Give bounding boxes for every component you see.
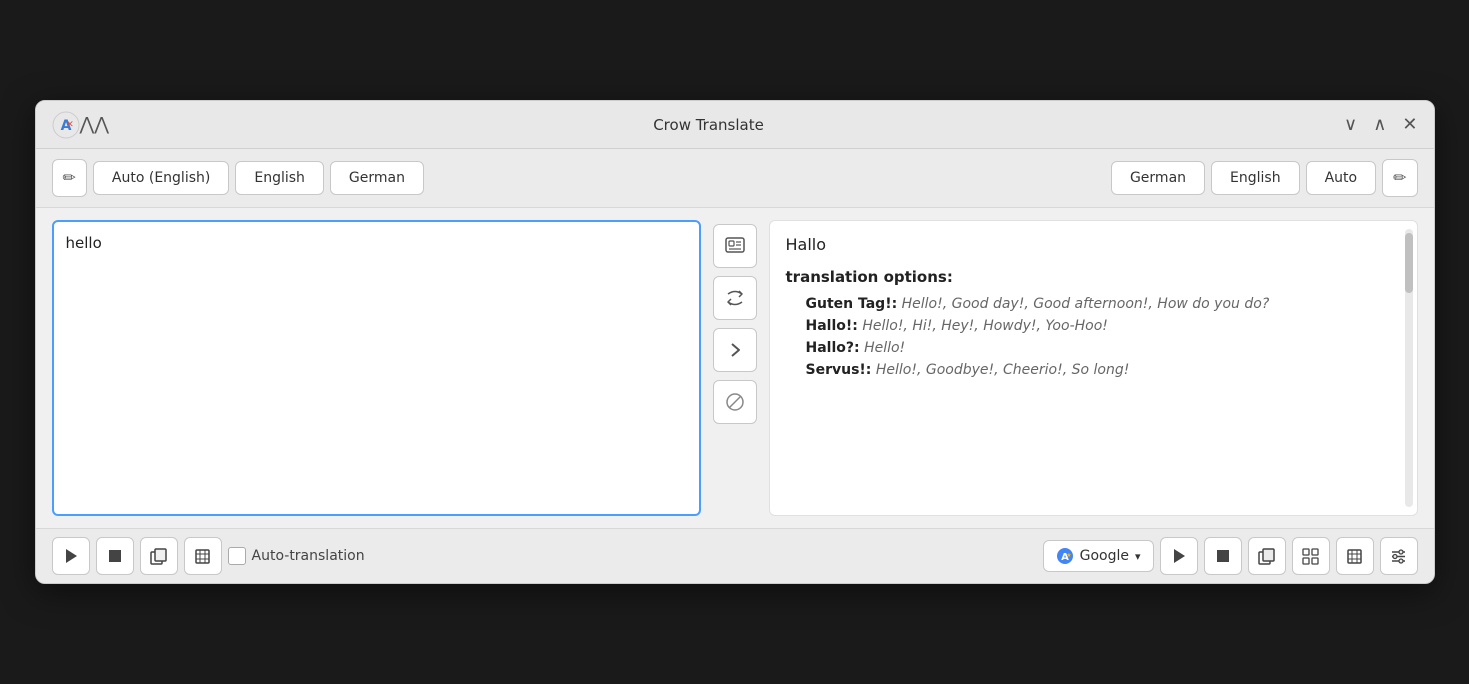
option-values-2: Hello! — [864, 340, 905, 356]
auto-translate-label-text: Auto-translation — [252, 548, 365, 564]
maximize-button[interactable]: ∧ — [1373, 114, 1386, 135]
source-actions: Auto-translation — [52, 537, 1037, 575]
translation-options-header: translation options: — [786, 268, 1401, 286]
window-controls: ∨ ∧ ✕ — [1344, 114, 1417, 135]
translation-options-list: Guten Tag!: Hello!, Good day!, Good afte… — [786, 296, 1401, 378]
titlebar: A ✕ ⋀⋀ Crow Translate ∨ ∧ ✕ — [36, 101, 1434, 149]
list-item: Hallo?: Hello! — [786, 340, 1401, 356]
expand-button[interactable] — [713, 328, 757, 372]
middle-controls — [701, 220, 769, 516]
bottom-toolbar: Auto-translation A ★ Google ▾ — [36, 528, 1434, 583]
source-lang-english[interactable]: English — [235, 161, 324, 195]
tts2-icon — [1302, 548, 1319, 565]
source-crop-button[interactable] — [184, 537, 222, 575]
chevron-down-icon: ▾ — [1135, 550, 1141, 563]
source-stop-button[interactable] — [96, 537, 134, 575]
play-icon — [63, 548, 79, 564]
option-values-0: Hello!, Good day!, Good afternoon!, How … — [902, 296, 1270, 312]
stop-icon — [108, 549, 122, 563]
ocr-button[interactable] — [713, 224, 757, 268]
language-toolbar: ✏ Auto (English) English German German E… — [36, 149, 1434, 208]
main-content: hello — [36, 208, 1434, 528]
swap-icon — [724, 287, 746, 309]
source-panel: hello — [52, 220, 701, 516]
play2-icon — [1171, 548, 1187, 564]
target-edit-button[interactable]: ✏ — [1382, 159, 1417, 197]
source-lang-section: ✏ Auto (English) English German — [52, 159, 735, 197]
source-input[interactable]: hello — [52, 220, 701, 516]
crop-icon — [194, 548, 211, 565]
google-label: Google — [1080, 548, 1129, 564]
option-key-3: Servus!: — [806, 362, 872, 378]
swap-button[interactable] — [713, 276, 757, 320]
target-lang-german[interactable]: German — [1111, 161, 1205, 195]
option-key-1: Hallo!: — [806, 318, 858, 334]
option-key-2: Hallo?: — [806, 340, 860, 356]
target-crop-button[interactable] — [1336, 537, 1374, 575]
stop2-icon — [1216, 549, 1230, 563]
settings-icon — [1390, 548, 1407, 565]
target-tts-button[interactable] — [1292, 537, 1330, 575]
source-lang-german[interactable]: German — [330, 161, 424, 195]
source-edit-button[interactable]: ✏ — [52, 159, 87, 197]
source-copy-button[interactable] — [140, 537, 178, 575]
copy-icon — [150, 548, 167, 565]
option-values-3: Hello!, Goodbye!, Cheerio!, So long! — [876, 362, 1130, 378]
list-item: Servus!: Hello!, Goodbye!, Cheerio!, So … — [786, 362, 1401, 378]
auto-translate-checkbox[interactable] — [228, 547, 246, 565]
main-window: A ✕ ⋀⋀ Crow Translate ∨ ∧ ✕ ✏ Auto (Engl… — [35, 100, 1435, 584]
no-icon-button[interactable] — [713, 380, 757, 424]
target-lang-section: German English Auto ✏ — [735, 159, 1418, 197]
translation-panel: Hallo translation options: Guten Tag!: H… — [769, 220, 1418, 516]
translator-selector[interactable]: A ★ Google ▾ — [1043, 540, 1154, 572]
option-key-0: Guten Tag!: — [806, 296, 898, 312]
target-play-button[interactable] — [1160, 537, 1198, 575]
copy2-icon — [1258, 548, 1275, 565]
crop2-icon — [1346, 548, 1363, 565]
cancel-icon — [724, 391, 746, 413]
chevron-right-icon — [724, 339, 746, 361]
close-button[interactable]: ✕ — [1402, 114, 1417, 135]
window-title: Crow Translate — [73, 116, 1344, 134]
svg-text:★: ★ — [1066, 552, 1071, 559]
scrollbar-track[interactable] — [1405, 229, 1413, 507]
target-copy-button[interactable] — [1248, 537, 1286, 575]
translation-main-text: Hallo — [786, 235, 1401, 254]
target-stop-button[interactable] — [1204, 537, 1242, 575]
ocr-icon — [724, 235, 746, 257]
source-play-button[interactable] — [52, 537, 90, 575]
target-actions: A ★ Google ▾ — [1043, 537, 1418, 575]
translation-output: Hallo translation options: Guten Tag!: H… — [769, 220, 1418, 516]
target-settings-button[interactable] — [1380, 537, 1418, 575]
google-icon: A ★ — [1056, 547, 1074, 565]
target-lang-auto[interactable]: Auto — [1306, 161, 1377, 195]
source-lang-auto[interactable]: Auto (English) — [93, 161, 229, 195]
target-lang-english[interactable]: English — [1211, 161, 1300, 195]
scrollbar-thumb[interactable] — [1405, 233, 1413, 293]
minimize-button[interactable]: ∨ — [1344, 114, 1357, 135]
auto-translate-toggle[interactable]: Auto-translation — [228, 547, 365, 565]
list-item: Guten Tag!: Hello!, Good day!, Good afte… — [786, 296, 1401, 312]
list-item: Hallo!: Hello!, Hi!, Hey!, Howdy!, Yoo-H… — [786, 318, 1401, 334]
option-values-1: Hello!, Hi!, Hey!, Howdy!, Yoo-Hoo! — [862, 318, 1108, 334]
